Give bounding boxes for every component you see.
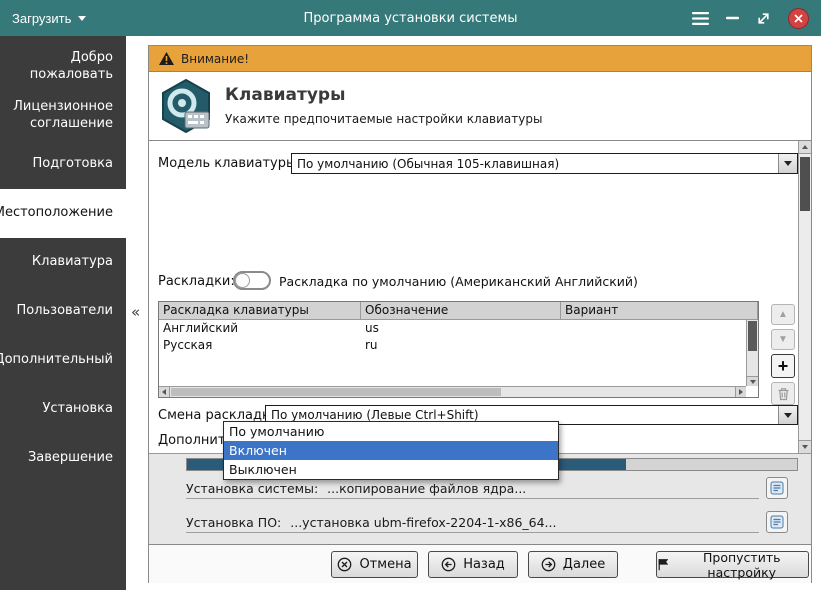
column-header-layout: Раскладка клавиатуры	[159, 302, 361, 319]
cell-layout: Английский	[159, 320, 361, 337]
cell-code: ru	[361, 337, 561, 354]
numlock-dropdown-list: По умолчанию Включен Выключен	[223, 421, 559, 480]
cell-variant	[561, 337, 758, 354]
chevron-down-icon	[778, 154, 797, 173]
next-icon	[541, 557, 556, 572]
sidebar-item-preparation[interactable]: Подготовка	[0, 140, 126, 189]
scroll-right-icon[interactable]	[735, 387, 746, 397]
load-menu-label: Загрузить	[12, 11, 71, 26]
scroll-down-icon[interactable]	[799, 440, 811, 453]
form-vertical-scrollbar[interactable]	[798, 141, 811, 453]
layouts-table: Раскладка клавиатуры Обозначение Вариант…	[158, 301, 759, 398]
trash-icon	[777, 387, 790, 401]
scroll-up-icon[interactable]	[799, 141, 811, 154]
layouts-toggle-text: Раскладка по умолчанию (Американский Анг…	[279, 274, 638, 289]
system-install-label: Установка системы:	[186, 481, 318, 496]
keyboard-step-logo	[159, 79, 214, 134]
maximize-icon[interactable]	[756, 11, 771, 26]
window-title: Программа установки системы	[140, 11, 681, 26]
dropdown-option-on[interactable]: Включен	[224, 441, 558, 460]
cancel-label: Отмена	[359, 557, 411, 572]
sidebar-collapse-handle[interactable]: «	[131, 303, 140, 321]
software-log-button[interactable]	[766, 511, 788, 533]
steps-sidebar: Добро пожаловать Лицензионное соглашение…	[0, 36, 126, 590]
warning-icon	[159, 52, 174, 66]
sidebar-item-install[interactable]: Установка	[0, 385, 126, 434]
skip-label: Пропустить настройку	[675, 550, 808, 580]
warning-banner[interactable]: Внимание!	[149, 46, 811, 72]
cancel-button[interactable]: Отмена	[331, 551, 418, 578]
scroll-down-icon[interactable]	[747, 376, 758, 386]
scroll-left-icon[interactable]	[159, 387, 170, 397]
column-header-variant: Вариант	[561, 302, 758, 319]
scrollbar-thumb[interactable]	[748, 321, 757, 351]
add-layout-button[interactable]: +	[771, 354, 795, 378]
software-install-row: Установка ПО: ...установка ubm-firefox-2…	[186, 512, 759, 533]
page-title: Клавиатуры	[225, 85, 345, 105]
log-icon	[770, 481, 784, 495]
table-row[interactable]: Русская ru	[159, 337, 758, 354]
next-button[interactable]: Далее	[528, 551, 618, 578]
cell-variant	[561, 320, 758, 337]
cell-code: us	[361, 320, 561, 337]
scrollbar-thumb[interactable]	[800, 157, 810, 211]
content-panel: Внимание! Клавиатуры Укажите предпочитае…	[148, 45, 812, 583]
skip-settings-button[interactable]: Пропустить настройку	[656, 551, 809, 578]
system-install-status: ...копирование файлов ядра...	[327, 481, 526, 496]
switch-hotkey-value: По умолчанию (Левые Ctrl+Shift)	[266, 408, 778, 422]
keyboard-model-value: По умолчанию (Обычная 105-клавишная)	[292, 157, 778, 171]
log-icon	[770, 515, 784, 529]
sidebar-item-additional[interactable]: Дополнительный	[0, 336, 126, 385]
layouts-label: Раскладки:	[158, 274, 235, 289]
delete-layout-button[interactable]	[771, 382, 795, 405]
keyboard-model-select[interactable]: По умолчанию (Обычная 105-клавишная)	[291, 153, 798, 174]
minimize-icon[interactable]	[726, 16, 739, 20]
move-down-button[interactable]: ▼	[771, 329, 795, 350]
layouts-default-toggle[interactable]	[233, 271, 271, 290]
next-label: Далее	[563, 557, 605, 572]
titlebar: Загрузить Программа установки системы	[0, 0, 821, 36]
chevron-down-icon	[778, 406, 797, 424]
action-bar: Отмена Назад Далее Пропустить настройку	[149, 544, 811, 583]
cell-layout: Русская	[159, 337, 361, 354]
system-install-row: Установка системы: ...копирование файлов…	[186, 478, 759, 499]
back-icon	[441, 557, 456, 572]
page-subtitle: Укажите предпочитаемые настройки клавиат…	[225, 112, 542, 126]
table-row[interactable]: Английский us	[159, 320, 758, 337]
hamburger-menu-icon[interactable]	[692, 12, 709, 25]
sidebar-item-keyboard[interactable]: Клавиатура	[0, 238, 126, 287]
keyboard-form: Модель клавиатуры: По умолчанию (Обычная…	[149, 141, 811, 453]
page-header: Клавиатуры Укажите предпочитаемые настро…	[149, 72, 811, 141]
move-up-button[interactable]: ▲	[771, 304, 795, 325]
back-label: Назад	[463, 557, 505, 572]
column-header-code: Обозначение	[361, 302, 561, 319]
back-button[interactable]: Назад	[428, 551, 518, 578]
table-vertical-scrollbar[interactable]	[746, 320, 758, 386]
load-menu-button[interactable]: Загрузить	[12, 11, 86, 26]
system-log-button[interactable]	[766, 477, 788, 499]
scrollbar-thumb[interactable]	[171, 388, 501, 396]
cancel-icon	[337, 557, 352, 572]
flag-icon	[657, 557, 668, 572]
sidebar-item-location[interactable]: Местоположение	[0, 189, 126, 238]
titlebar-controls	[692, 8, 809, 29]
warning-label: Внимание!	[181, 52, 249, 66]
sidebar-item-license[interactable]: Лицензионное соглашение	[0, 91, 126, 140]
dropdown-option-off[interactable]: Выключен	[224, 460, 558, 479]
table-horizontal-scrollbar[interactable]	[159, 386, 746, 397]
sidebar-item-users[interactable]: Пользователи	[0, 287, 126, 336]
software-install-label: Установка ПО:	[186, 515, 281, 530]
close-icon[interactable]	[788, 8, 809, 29]
sidebar-item-welcome[interactable]: Добро пожаловать	[0, 42, 126, 91]
dropdown-option-default[interactable]: По умолчанию	[224, 422, 558, 441]
layouts-table-header: Раскладка клавиатуры Обозначение Вариант	[159, 302, 758, 320]
chevron-down-icon	[78, 16, 86, 21]
software-install-status: ...установка ubm-firefox-2204-1-x86_64..…	[290, 515, 556, 530]
keyboard-model-label: Модель клавиатуры:	[158, 156, 301, 171]
sidebar-item-finish[interactable]: Завершение	[0, 434, 126, 483]
